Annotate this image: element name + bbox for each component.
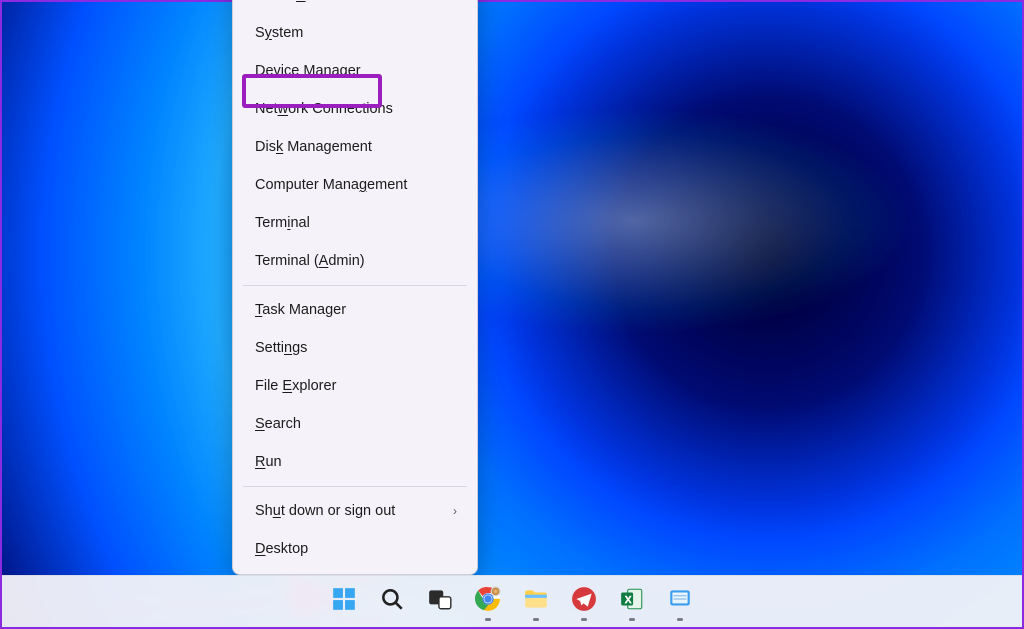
menu-item-terminal-admin[interactable]: Terminal (Admin) (233, 242, 477, 280)
menu-item-label: Terminal (Admin) (255, 251, 365, 271)
menu-item-search[interactable]: Search (233, 405, 477, 443)
chrome-app[interactable] (467, 581, 509, 623)
excel-app[interactable] (611, 581, 653, 623)
menu-item-settings[interactable]: Settings (233, 329, 477, 367)
menu-item-label: Disk Management (255, 137, 372, 157)
running-indicator (581, 618, 587, 621)
menu-item-task-manager[interactable]: Task Manager (233, 291, 477, 329)
search-icon (379, 586, 405, 617)
menu-item-label: Desktop (255, 539, 308, 559)
menu-item-disk-management[interactable]: Disk Management (233, 128, 477, 166)
running-indicator (533, 618, 539, 621)
menu-item-desktop[interactable]: Desktop (233, 530, 477, 568)
start-button[interactable] (323, 581, 365, 623)
menu-item-label: Search (255, 414, 301, 434)
running-indicator (485, 618, 491, 621)
menu-item-system[interactable]: System (233, 14, 477, 52)
menu-item-file-explorer[interactable]: File Explorer (233, 367, 477, 405)
excel-icon (619, 586, 645, 617)
menu-item-label: Settings (255, 338, 307, 358)
menu-item-label: Terminal (255, 213, 310, 233)
menu-item-shut-down-or-sign-out[interactable]: Shut down or sign out › (233, 492, 477, 530)
running-indicator (629, 618, 635, 621)
menu-item-label: Device Manager (255, 61, 361, 81)
notepad-icon (667, 586, 693, 617)
start-icon (331, 586, 357, 617)
chevron-right-icon: › (453, 501, 457, 521)
running-indicator (677, 618, 683, 621)
menu-item-network-connections[interactable]: Network Connections (233, 90, 477, 128)
menu-item-device-manager[interactable]: Device Manager (233, 52, 477, 90)
desktop-wallpaper (2, 2, 1022, 627)
menu-item-label: Task Manager (255, 300, 346, 320)
menu-item-label: System (255, 23, 303, 43)
file-explorer-app[interactable] (515, 581, 557, 623)
search-button[interactable] (371, 581, 413, 623)
menu-item-computer-management[interactable]: Computer Management (233, 166, 477, 204)
menu-item-terminal[interactable]: Terminal (233, 204, 477, 242)
taskview-button[interactable] (419, 581, 461, 623)
menu-item-label: Event Viewer (255, 0, 340, 5)
taskview-icon (427, 586, 453, 617)
telegram-app[interactable] (563, 581, 605, 623)
menu-item-run[interactable]: Run (233, 443, 477, 481)
menu-separator (243, 285, 467, 286)
menu-separator (243, 486, 467, 487)
menu-item-label: Computer Management (255, 175, 407, 195)
menu-item-event-viewer[interactable]: Event Viewer (233, 0, 477, 14)
notepad-app[interactable] (659, 581, 701, 623)
menu-item-label: Run (255, 452, 282, 472)
telegram-icon (571, 586, 597, 617)
winx-context-menu: Event Viewer System Device Manager Network … (232, 0, 478, 575)
menu-item-label: Network Connections (255, 99, 393, 119)
taskbar (2, 575, 1022, 627)
explorer-icon (523, 586, 549, 617)
menu-item-label: Shut down or sign out (255, 501, 395, 521)
chrome-icon (475, 586, 501, 617)
menu-item-label: File Explorer (255, 376, 336, 396)
